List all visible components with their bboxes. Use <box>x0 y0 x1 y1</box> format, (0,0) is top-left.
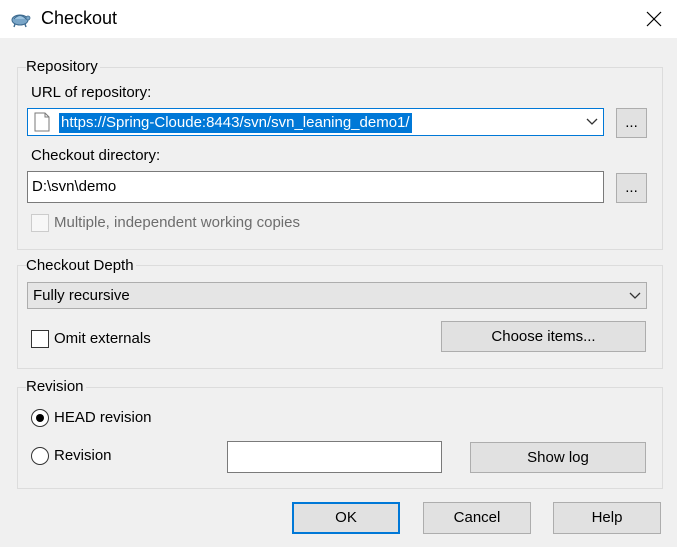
multiple-working-copies-label: Multiple, independent working copies <box>54 214 300 231</box>
window-title: Checkout <box>41 8 118 28</box>
close-icon <box>646 11 662 27</box>
checkout-depth-value: Fully recursive <box>33 287 130 304</box>
revision-input[interactable] <box>227 441 442 473</box>
checkout-directory-value: D:\svn\demo <box>32 178 117 195</box>
url-label: URL of repository: <box>31 84 152 101</box>
choose-items-button[interactable]: Choose items... <box>441 321 646 352</box>
checkout-depth-group <box>17 265 663 369</box>
multiple-working-copies-checkbox[interactable] <box>31 214 49 232</box>
url-value: https://Spring-Cloude:8443/svn/svn_leani… <box>59 113 412 133</box>
title-bar: Checkout <box>0 0 677 38</box>
directory-browse-button[interactable]: ... <box>616 173 647 203</box>
revision-group <box>17 387 663 489</box>
checkout-directory-input[interactable]: D:\svn\demo <box>27 171 604 203</box>
omit-externals-label: Omit externals <box>54 330 151 347</box>
checkout-depth-dropdown[interactable]: Fully recursive <box>27 282 647 309</box>
close-button[interactable] <box>631 0 677 38</box>
revision-group-label: Revision <box>26 378 86 396</box>
url-combobox[interactable]: https://Spring-Cloude:8443/svn/svn_leani… <box>27 108 604 136</box>
file-icon <box>34 112 50 132</box>
head-revision-radio[interactable] <box>31 409 49 427</box>
chevron-down-icon[interactable] <box>581 109 603 135</box>
revision-radio[interactable] <box>31 447 49 465</box>
url-browse-button[interactable]: ... <box>616 108 647 138</box>
omit-externals-checkbox[interactable] <box>31 330 49 348</box>
repository-group-label: Repository <box>26 58 100 76</box>
tortoise-svn-icon <box>11 14 31 28</box>
checkout-dialog: Checkout Repository URL of repository: h… <box>0 0 677 547</box>
head-revision-label: HEAD revision <box>54 409 152 426</box>
revision-label: Revision <box>54 447 112 464</box>
radio-selected-dot <box>36 414 44 422</box>
cancel-button[interactable]: Cancel <box>423 502 531 534</box>
checkout-depth-group-label: Checkout Depth <box>26 257 136 275</box>
chevron-down-icon <box>624 283 646 308</box>
help-button[interactable]: Help <box>553 502 661 534</box>
checkout-directory-label: Checkout directory: <box>31 147 161 164</box>
show-log-button[interactable]: Show log <box>470 442 646 473</box>
ok-button[interactable]: OK <box>292 502 400 534</box>
